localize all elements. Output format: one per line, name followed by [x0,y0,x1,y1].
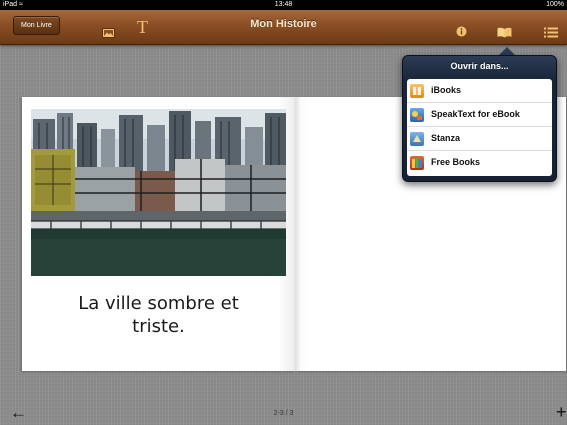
stanza-icon [410,132,424,146]
open-in-free-books[interactable]: Free Books [407,151,552,175]
open-in-speaktext[interactable]: SpeakText for eBook [407,103,552,127]
battery-label: 100% [546,1,564,8]
photo-icon[interactable] [102,25,115,38]
open-book-icon[interactable] [497,25,512,38]
app-label: SpeakText for eBook [431,109,520,119]
ibooks-icon [410,84,424,98]
my-book-button[interactable]: Mon Livre [13,16,60,35]
status-bar: iPad ≈ 13:48 100% [0,0,567,10]
speaktext-icon [410,108,424,122]
app-label: iBooks [431,85,462,95]
open-in-ibooks[interactable]: iBooks [407,79,552,103]
app-label: Free Books [431,157,481,167]
info-icon[interactable] [456,24,467,37]
free-books-icon [410,156,424,170]
open-in-stanza[interactable]: Stanza [407,127,552,151]
toolbar [0,10,567,45]
city-illustration[interactable] [31,109,286,276]
page-caption[interactable]: La ville sombre et triste. [22,292,295,338]
add-page-icon[interactable]: + [556,403,567,421]
popover-list: iBooks SpeakText for eBook Stanza Free B… [407,79,552,176]
popover-title: Ouvrir dans... [450,61,509,71]
text-icon[interactable]: T [137,18,148,36]
app-label: Stanza [431,133,461,143]
list-icon[interactable] [544,25,558,38]
page-indicator: 2-3 / 3 [273,410,294,417]
status-time: 13:48 [274,1,293,8]
open-in-popover: Ouvrir dans... iBooks SpeakText for eBoo… [402,55,557,182]
